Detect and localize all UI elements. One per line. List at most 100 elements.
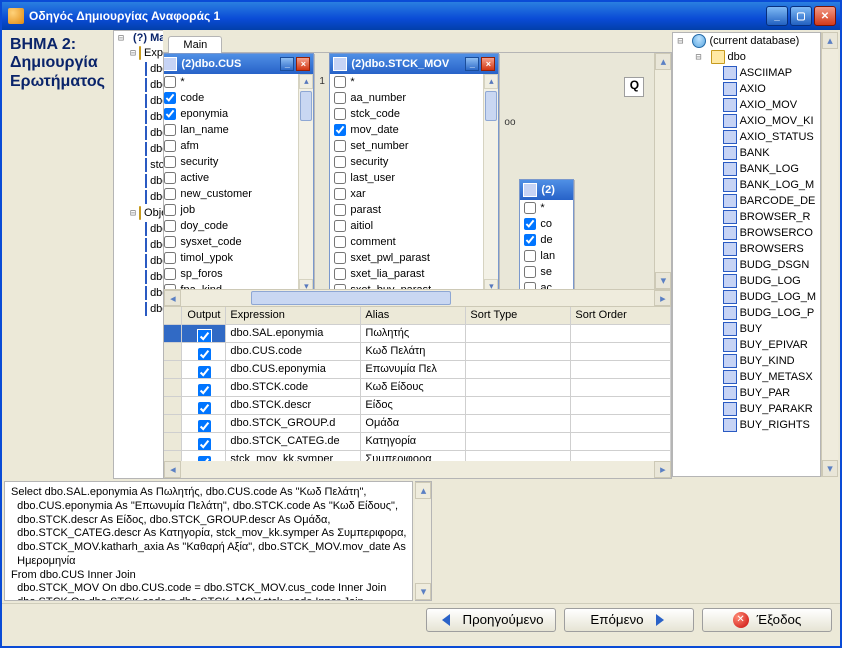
field-row[interactable]: *: [164, 74, 298, 90]
db-table[interactable]: AXIO: [673, 81, 820, 97]
db-table[interactable]: BUDG_DSGN: [673, 257, 820, 273]
table-window-cus[interactable]: (2)dbo.CUS _ × *codeeponymialan_nameafms…: [164, 53, 314, 289]
field-checkbox[interactable]: [164, 92, 176, 104]
cell-expression[interactable]: dbo.STCK.code: [226, 379, 361, 397]
tree-node[interactable]: dbo: [114, 173, 163, 189]
close-icon[interactable]: ×: [481, 57, 495, 71]
cell-sort-type[interactable]: [466, 397, 571, 415]
field-checkbox[interactable]: [334, 76, 346, 88]
field-row[interactable]: doy_code: [164, 218, 298, 234]
db-table[interactable]: BUY_RIGHTS: [673, 417, 820, 433]
database-tree[interactable]: ⊟ (current database) ⊟ dbo ASCIIMAP AXIO…: [672, 32, 821, 477]
exit-button[interactable]: ✕ Έξοδος: [702, 608, 832, 632]
db-table[interactable]: AXIO_STATUS: [673, 129, 820, 145]
tree-node[interactable]: dbo: [114, 141, 163, 157]
field-checkbox[interactable]: [164, 156, 176, 168]
tree-node[interactable]: ⊟Express: [114, 45, 163, 61]
tree-node[interactable]: dbo: [114, 253, 163, 269]
field-row[interactable]: xar: [330, 186, 483, 202]
db-table[interactable]: BROWSER_R: [673, 209, 820, 225]
cell-sort-type[interactable]: [466, 415, 571, 433]
field-checkbox[interactable]: [334, 156, 346, 168]
field-checkbox[interactable]: [334, 140, 346, 152]
table-header-partial[interactable]: (2): [520, 180, 573, 200]
field-row[interactable]: *: [520, 200, 573, 216]
field-checkbox[interactable]: [524, 202, 536, 214]
field-checkbox[interactable]: [164, 172, 176, 184]
cell-sort-type[interactable]: [466, 343, 571, 361]
cell-alias[interactable]: Πωλητής: [361, 325, 466, 343]
db-table[interactable]: BUY_PAR: [673, 385, 820, 401]
window-titlebar[interactable]: Οδηγός Δημιουργίας Αναφοράς 1 _ ▢ ✕: [2, 2, 840, 30]
grid-row[interactable]: dbo.CUS.codeΚωδ Πελάτη: [164, 343, 671, 361]
field-checkbox[interactable]: [164, 252, 176, 264]
field-row[interactable]: lan: [520, 248, 573, 264]
output-checkbox[interactable]: [198, 384, 211, 397]
grid-row[interactable]: dbo.STCK.descrΕίδος: [164, 397, 671, 415]
field-checkbox[interactable]: [164, 108, 176, 120]
cell-sort-type[interactable]: [466, 325, 571, 343]
field-checkbox[interactable]: [164, 140, 176, 152]
db-table[interactable]: BROWSERCO: [673, 225, 820, 241]
tab-main[interactable]: Main: [168, 36, 222, 53]
close-button[interactable]: ✕: [814, 6, 836, 26]
field-checkbox[interactable]: [334, 172, 346, 184]
v-scrollbar[interactable]: ▴▾: [298, 74, 313, 289]
db-table[interactable]: BUY: [673, 321, 820, 337]
field-checkbox[interactable]: [334, 268, 346, 280]
field-row[interactable]: active: [164, 170, 298, 186]
field-row[interactable]: co: [520, 216, 573, 232]
tree-node[interactable]: dbo: [114, 189, 163, 205]
field-checkbox[interactable]: [164, 188, 176, 200]
cell-expression[interactable]: dbo.STCK_CATEG.de: [226, 433, 361, 451]
col-sort-order[interactable]: Sort Order: [571, 307, 671, 325]
cell-sort-order[interactable]: [571, 397, 671, 415]
field-row[interactable]: aitiol: [330, 218, 483, 234]
field-row[interactable]: fpa_kind: [164, 282, 298, 289]
field-checkbox[interactable]: [164, 236, 176, 248]
field-row[interactable]: eponymia: [164, 106, 298, 122]
db-table[interactable]: BANK_LOG_M: [673, 177, 820, 193]
cell-expression[interactable]: dbo.STCK.descr: [226, 397, 361, 415]
table-header-stck-mov[interactable]: (2)dbo.STCK_MOV _ ×: [330, 54, 498, 74]
output-checkbox[interactable]: [198, 348, 211, 361]
tree-root[interactable]: ⊟ (?) Main: [114, 31, 163, 45]
cell-alias[interactable]: Κωδ Είδους: [361, 379, 466, 397]
cell-expression[interactable]: stck_mov_kk.symper: [226, 451, 361, 461]
cell-expression[interactable]: dbo.STCK_GROUP.d: [226, 415, 361, 433]
field-row[interactable]: aa_number: [330, 90, 483, 106]
field-checkbox[interactable]: [524, 250, 536, 262]
grid-row[interactable]: dbo.STCK_CATEG.deΚατηγορία: [164, 433, 671, 451]
tree-node[interactable]: dbo: [114, 269, 163, 285]
sql-vscroll[interactable]: ▴▾: [415, 481, 432, 601]
cell-expression[interactable]: dbo.CUS.code: [226, 343, 361, 361]
field-row[interactable]: sxet_pwl_parast: [330, 250, 483, 266]
field-checkbox[interactable]: [164, 76, 176, 88]
min-icon[interactable]: _: [280, 57, 294, 71]
cell-alias[interactable]: Ομάδα: [361, 415, 466, 433]
col-sort-type[interactable]: Sort Type: [466, 307, 571, 325]
output-checkbox[interactable]: [198, 420, 211, 433]
field-checkbox[interactable]: [334, 92, 346, 104]
field-row[interactable]: security: [164, 154, 298, 170]
field-checkbox[interactable]: [524, 218, 536, 230]
minimize-button[interactable]: _: [766, 6, 788, 26]
prev-button[interactable]: Προηγούμενο: [426, 608, 556, 632]
field-row[interactable]: stck_code: [330, 106, 483, 122]
field-checkbox[interactable]: [524, 266, 536, 278]
cell-sort-type[interactable]: [466, 361, 571, 379]
cell-sort-type[interactable]: [466, 379, 571, 397]
diagram-vscroll[interactable]: ▴▾: [654, 53, 671, 289]
next-button[interactable]: Επόμενο: [564, 608, 694, 632]
cell-alias[interactable]: Συμπεριφορα: [361, 451, 466, 461]
close-icon[interactable]: ×: [296, 57, 310, 71]
field-row[interactable]: lan_name: [164, 122, 298, 138]
cell-sort-order[interactable]: [571, 343, 671, 361]
output-checkbox[interactable]: [198, 438, 211, 451]
field-row[interactable]: parast: [330, 202, 483, 218]
field-checkbox[interactable]: [334, 188, 346, 200]
tree-node[interactable]: dbo: [114, 301, 163, 317]
cell-expression[interactable]: dbo.CUS.eponymia: [226, 361, 361, 379]
cell-expression[interactable]: dbo.SAL.eponymia: [226, 325, 361, 343]
cell-sort-order[interactable]: [571, 415, 671, 433]
